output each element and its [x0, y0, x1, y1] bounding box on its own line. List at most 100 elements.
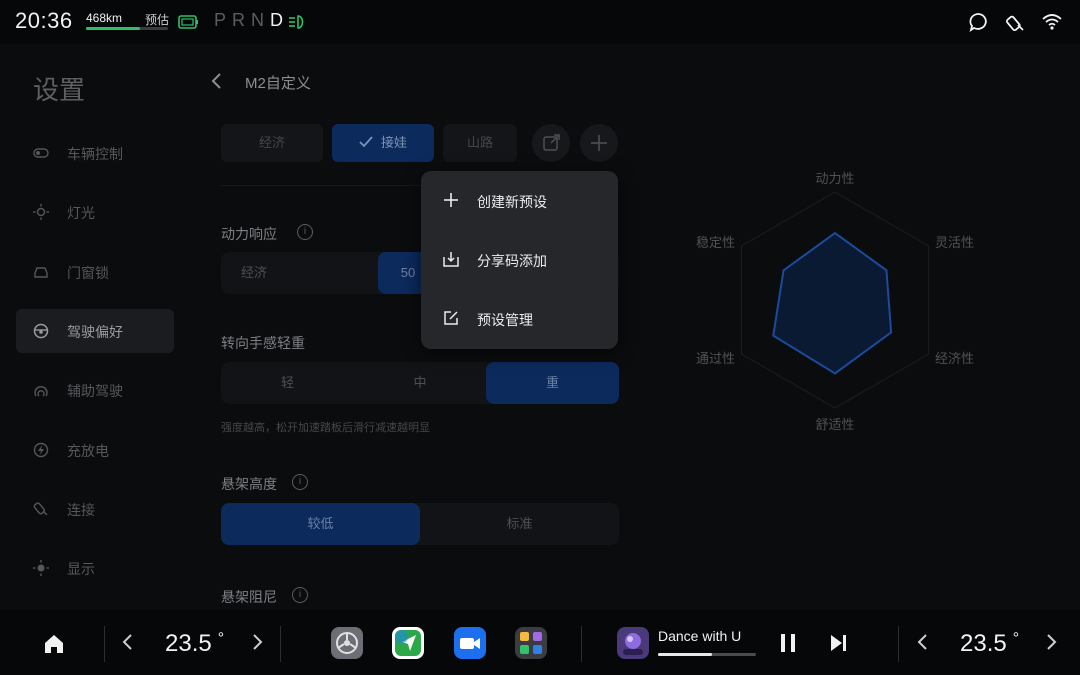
- menu-label: 创建新预设: [477, 194, 547, 210]
- download-icon: [443, 251, 459, 267]
- sidebar-item-3[interactable]: 驾驶偏好: [16, 309, 174, 353]
- menu-item-create-preset[interactable]: 创建新预设: [421, 171, 618, 230]
- steering-hint-text: 强度越高，松开加速踏板后滑行减速越明显: [221, 422, 430, 434]
- sidebar-item-5[interactable]: 充放电: [16, 428, 174, 472]
- temp-right-value: 23.5: [960, 630, 1007, 657]
- sidebar-item-label: 辅助驾驶: [67, 383, 123, 399]
- radar-axis-label: 通过性: [696, 351, 735, 366]
- steering-option-medium[interactable]: 中: [354, 362, 486, 404]
- divider: [898, 626, 899, 662]
- info-icon[interactable]: i: [292, 474, 308, 490]
- gear-indicator: PRND: [214, 10, 289, 31]
- song-title: Dance with U: [658, 628, 742, 644]
- apps-folder-icon[interactable]: [515, 627, 547, 659]
- battery-charge-icon: [177, 11, 199, 33]
- sidebar-item-label: 灯光: [67, 205, 95, 221]
- mode-chip-pickup[interactable]: 接娃: [332, 124, 434, 162]
- song-progress-bar[interactable]: [658, 653, 756, 656]
- gear-n: N: [251, 10, 271, 30]
- navigation-app-icon[interactable]: [392, 627, 424, 659]
- pause-icon[interactable]: [779, 633, 797, 653]
- headlight-icon: [287, 11, 309, 33]
- info-icon[interactable]: i: [292, 587, 308, 603]
- power-response-label: 动力响应: [221, 226, 277, 242]
- settings-title: 设置: [33, 75, 86, 105]
- settings-app-icon[interactable]: [331, 627, 363, 659]
- info-icon[interactable]: i: [297, 224, 313, 240]
- radar-value-area: [772, 231, 893, 375]
- radar-axis-label: 灵活性: [935, 235, 974, 250]
- temp-right[interactable]: 23.5 °: [960, 630, 1019, 658]
- sidebar-item-label: 驾驶偏好: [67, 324, 123, 340]
- sidebar-item-6[interactable]: 连接: [16, 487, 174, 531]
- radar-axis-label: 经济性: [935, 351, 974, 366]
- plus-icon: [591, 135, 607, 151]
- range-value: 468km: [86, 11, 123, 25]
- clock: 20:36: [15, 8, 73, 33]
- charge-icon: [33, 442, 49, 458]
- steering-feel-selector: 轻 中 重: [221, 362, 619, 404]
- wifi-icon[interactable]: [1041, 11, 1063, 33]
- degree-symbol: °: [1012, 630, 1020, 647]
- sidebar-item-0[interactable]: 车辆控制: [16, 131, 174, 175]
- radar-axis-label: 稳定性: [696, 235, 735, 250]
- sidebar-item-7[interactable]: 显示: [16, 546, 174, 590]
- message-icon[interactable]: [968, 11, 990, 33]
- temp-left[interactable]: 23.5 °: [165, 630, 224, 658]
- sidebar-item-label: 连接: [67, 502, 95, 518]
- sidebar-item-4[interactable]: 辅助驾驶: [16, 368, 174, 412]
- car-icon: [33, 264, 49, 280]
- back-chevron-icon[interactable]: [206, 70, 228, 92]
- preset-menu: 创建新预设 分享码添加 预设管理: [421, 171, 618, 349]
- edit-icon: [443, 310, 459, 326]
- add-preset-button[interactable]: [580, 124, 618, 162]
- gear-r: R: [232, 10, 252, 30]
- temp-right-decrease-icon[interactable]: [916, 633, 930, 651]
- sidebar-item-label: 门窗锁: [67, 265, 109, 281]
- next-track-icon[interactable]: [830, 633, 848, 653]
- steering-wheel-icon: [33, 323, 49, 339]
- share-icon: [543, 134, 560, 151]
- song-progress-fill: [658, 653, 712, 656]
- phone-link-icon[interactable]: [1005, 11, 1027, 33]
- share-button[interactable]: [532, 124, 570, 162]
- battery-bar: [86, 27, 168, 30]
- menu-item-manage-presets[interactable]: 预设管理: [421, 289, 618, 348]
- sidebar-item-label: 充放电: [67, 443, 109, 459]
- steering-feel-label: 转向手感轻重: [221, 335, 305, 351]
- sun-icon: [33, 204, 49, 220]
- link-icon: [33, 501, 49, 517]
- suspension-height-selector: 较低 标准: [221, 503, 619, 545]
- mode-chip-pickup-label: 接娃: [380, 135, 407, 150]
- radar-axis-label: 舒适性: [815, 417, 854, 432]
- page-title: M2自定义: [245, 75, 311, 92]
- sidebar-item-label: 显示: [67, 561, 95, 577]
- menu-label: 预设管理: [477, 312, 533, 328]
- gear-p: P: [214, 10, 233, 30]
- sidebar-item-1[interactable]: 灯光: [16, 190, 174, 234]
- temp-left-decrease-icon[interactable]: [121, 633, 135, 651]
- sidebar-item-label: 车辆控制: [67, 146, 123, 162]
- suspension-option-low[interactable]: 较低: [221, 503, 420, 545]
- menu-item-add-by-code[interactable]: 分享码添加: [421, 230, 618, 289]
- battery-fill: [86, 27, 141, 30]
- suspension-height-label: 悬架高度: [221, 476, 277, 492]
- power-response-economy[interactable]: 经济: [221, 252, 287, 294]
- steering-option-heavy[interactable]: 重: [486, 362, 619, 404]
- assist-icon: [33, 382, 49, 398]
- suspension-option-standard[interactable]: 标准: [420, 503, 619, 545]
- sidebar-item-2[interactable]: 门窗锁: [16, 250, 174, 294]
- toggle-icon: [33, 145, 49, 161]
- home-icon[interactable]: [43, 633, 65, 655]
- radar-axis-label: 动力性: [815, 171, 854, 186]
- mode-chip-mountain[interactable]: 山路: [443, 124, 517, 162]
- steering-option-light[interactable]: 轻: [221, 362, 354, 404]
- degree-symbol: °: [217, 630, 225, 647]
- video-app-icon[interactable]: [454, 627, 486, 659]
- album-art[interactable]: [617, 627, 649, 659]
- mode-chip-economy[interactable]: 经济: [221, 124, 323, 162]
- temp-right-increase-icon[interactable]: [1044, 633, 1058, 651]
- temp-left-increase-icon[interactable]: [250, 633, 264, 651]
- suspension-damping-label: 悬架阻尼: [221, 589, 277, 605]
- radar-chart: 动力性灵活性经济性舒适性 通过性 稳定性: [680, 160, 990, 450]
